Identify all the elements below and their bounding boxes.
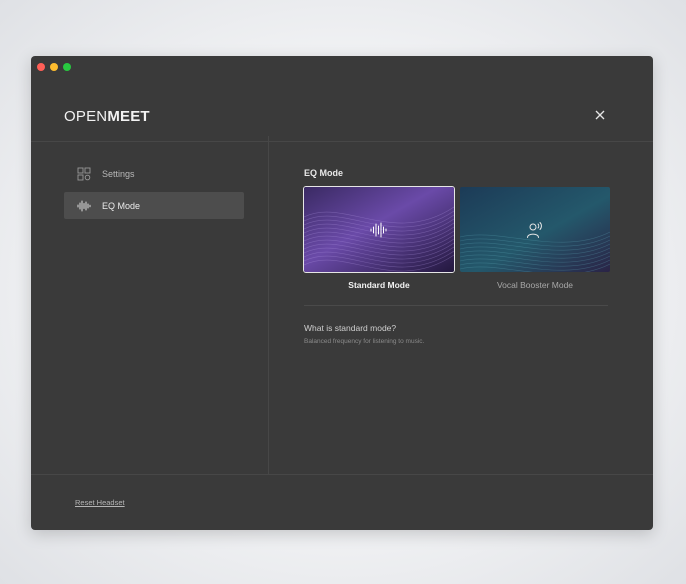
logo-text-meet: MEET <box>107 108 150 125</box>
mode-info-title: What is standard mode? <box>304 323 397 333</box>
vocal-booster-mode-label: Vocal Booster Mode <box>496 280 574 290</box>
waveform-icon <box>76 198 92 214</box>
close-window-button[interactable] <box>37 63 45 71</box>
header-divider <box>31 141 653 142</box>
sidebar-item-label: EQ Mode <box>102 200 141 211</box>
sidebar-divider <box>268 136 269 474</box>
section-title: EQ Mode <box>304 168 344 178</box>
vocal-booster-mode-card[interactable] <box>460 187 610 272</box>
footer-divider <box>31 474 653 475</box>
close-button[interactable] <box>593 108 607 122</box>
zoom-window-button[interactable] <box>63 63 71 71</box>
speaking-person-icon <box>527 221 542 238</box>
minimize-window-button[interactable] <box>50 63 58 71</box>
sidebar-item-eq-mode[interactable]: EQ Mode <box>64 192 244 219</box>
close-icon <box>595 110 605 120</box>
window-controls <box>37 63 71 71</box>
waveform-icon <box>370 222 387 237</box>
reset-headset-link[interactable]: Reset Headset <box>75 498 125 507</box>
content-divider <box>304 305 608 306</box>
standard-mode-card[interactable] <box>303 186 455 273</box>
app-logo: OPENMEET <box>64 108 150 125</box>
sidebar-item-settings[interactable]: Settings <box>64 160 244 187</box>
logo-text-open: OPEN <box>64 108 108 125</box>
sidebar-item-label: Settings <box>102 168 135 179</box>
mode-info-description: Balanced frequency for listening to musi… <box>304 338 425 345</box>
app-window: OPENMEET Settings EQ Mode EQ Mode Standa… <box>31 56 653 530</box>
settings-grid-icon <box>76 166 92 182</box>
standard-mode-label: Standard Mode <box>348 280 410 290</box>
